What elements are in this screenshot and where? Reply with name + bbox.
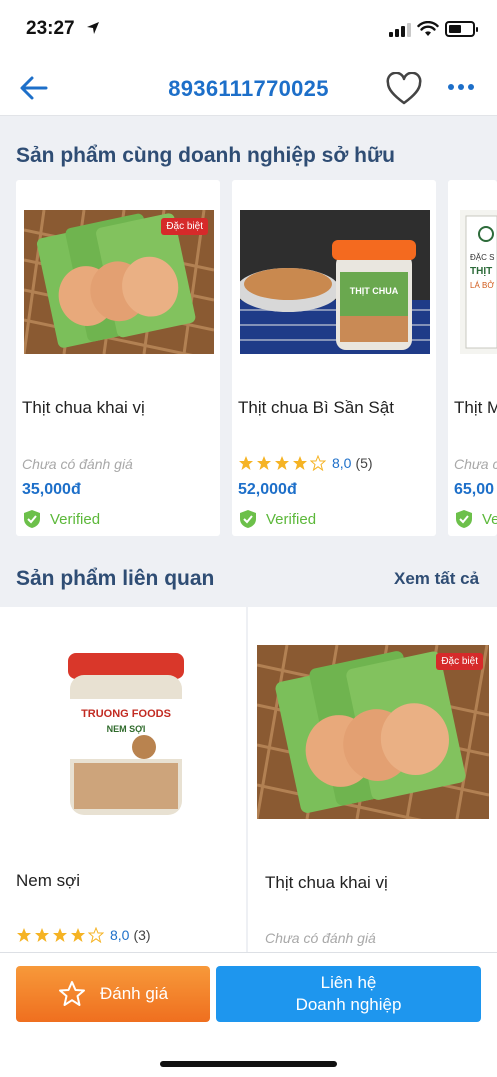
verified-status: Verified [22,509,100,529]
verified-label: Verified [266,510,317,528]
rating-count: (5) [355,455,373,471]
product-card[interactable]: THỊT CHUA Thịt chua Bì Sần Sật 8,0 (5) 5… [232,180,436,536]
product-label: NEM SỢI [107,724,146,734]
wifi-icon [417,21,439,36]
verified-status: Ve [454,509,497,529]
battery-icon [445,21,478,37]
star-full-icon [275,456,289,470]
contact-button-line2: Doanh nghiệp [295,995,402,1014]
verified-shield-icon [456,510,472,528]
product-image: Đặc biệt [257,645,489,819]
product-image: Đặc biệt [24,210,214,354]
rating-score: 8,0 [110,927,130,943]
star-empty-icon [310,455,326,471]
star-outline-icon [58,981,85,1006]
star-empty-icon [88,927,104,943]
signal-icon [389,23,411,37]
contact-business-button[interactable]: Liên hệ Doanh nghiệp [216,966,481,1022]
rating-empty-text: Chưa c [454,456,497,472]
star-full-icon [17,928,31,942]
rating-score: 8,0 [332,455,352,471]
star-full-icon [293,456,307,470]
product-name: Thịt chua Bì Sần Sật [238,398,394,417]
star-full-icon [71,928,85,942]
rate-button-label: Đánh giá [99,984,169,1003]
rating-count: (3) [133,927,151,943]
location-arrow-icon [87,22,99,34]
verified-status: Verified [238,509,316,529]
verified-label: Verified [50,510,101,528]
product-image: TRUONG FOODS NEM SỢI [40,639,210,819]
jar-label: THỊT CHUA [350,286,399,296]
special-badge: Đặc biệt [436,653,483,670]
product-name: Thịt chua khai vị [22,398,145,417]
rate-button[interactable]: Đánh giá [16,966,210,1022]
star-full-icon [35,928,49,942]
favorite-heart-icon[interactable] [385,72,423,106]
related-product-card[interactable]: Đặc biệt Thịt chua khai vị Chưa có đánh … [248,607,497,952]
nav-bar: 8936111770025 [0,60,497,116]
product-price: 52,000đ [238,481,297,498]
bottom-action-bar: Đánh giá Liên hệ Doanh nghiệp [0,952,497,1077]
box-label-1: ĐẶC S [470,253,494,262]
product-card[interactable]: Đặc biệt Thịt chua khai vị Chưa có đánh … [16,180,220,536]
star-full-icon [53,928,67,942]
status-time: 23:27 [26,18,75,39]
product-name: Thịt M [454,398,497,417]
product-price: 35,000đ [22,481,81,498]
status-bar: 23:27 [0,0,497,60]
rating: 8,0 (3) [16,927,151,943]
special-badge: Đặc biệt [161,218,208,235]
verified-label: Ve [482,510,497,528]
star-full-icon [239,456,253,470]
rating-empty-text: Chưa có đánh giá [265,930,376,946]
more-options-icon[interactable] [448,84,476,94]
product-name: Nem sợi [16,871,81,890]
product-image: THỊT CHUA [240,210,430,354]
product-price: 65,00 [454,481,495,498]
product-image: ĐẶC S THỊT LÁ BỞ [460,210,497,354]
star-full-icon [257,456,271,470]
product-card[interactable]: ĐẶC S THỊT LÁ BỞ Thịt M Chưa c 65,00 Ve [448,180,497,536]
box-label-2: THỊT [470,266,492,277]
home-indicator[interactable] [160,1061,337,1067]
section-title-same-owner: Sản phẩm cùng doanh nghiệp sở hữu [16,144,395,167]
verified-shield-icon [240,510,256,528]
verified-shield-icon [24,510,40,528]
box-label-3: LÁ BỞ [470,281,494,290]
section-title-related: Sản phẩm liên quan [16,567,215,590]
see-all-link[interactable]: Xem tất cả [394,569,479,589]
product-name: Thịt chua khai vị [265,873,388,892]
rating-empty-text: Chưa có đánh giá [22,456,133,472]
brand-label: TRUONG FOODS [81,708,171,720]
related-product-card[interactable]: TRUONG FOODS NEM SỢI Nem sợi 8,0 (3) [0,607,246,952]
rating: 8,0 (5) [238,455,373,471]
contact-button-line1: Liên hệ [320,973,377,992]
